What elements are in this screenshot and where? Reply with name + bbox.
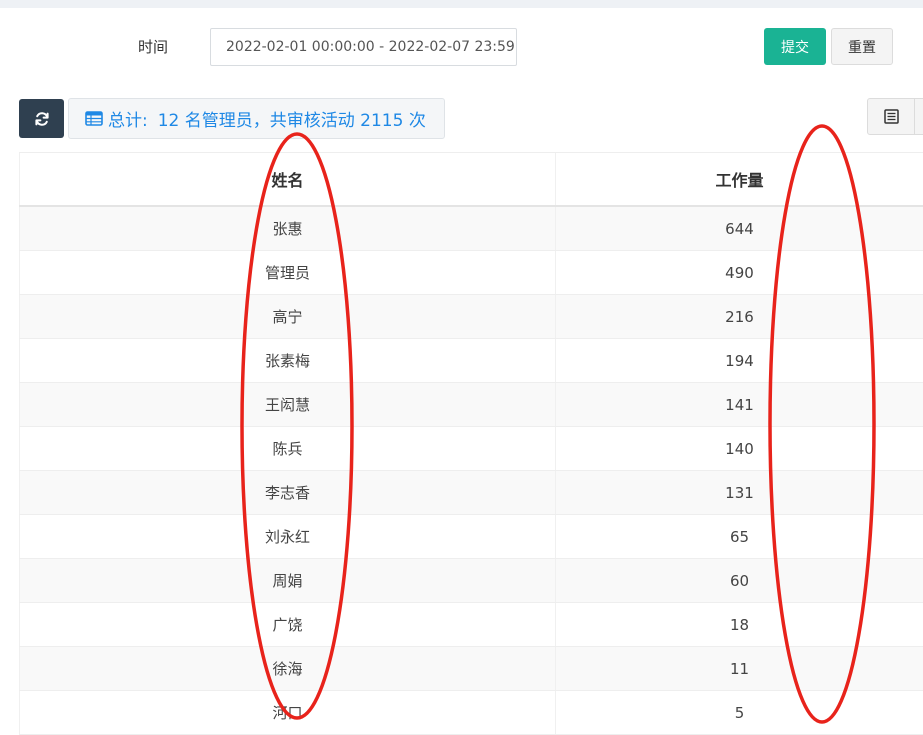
table-header-row: 姓名 工作量 [20, 153, 923, 207]
cell-workload: 11 [556, 647, 923, 691]
date-range-input[interactable] [210, 28, 517, 66]
column-header-name[interactable]: 姓名 [20, 153, 556, 207]
summary-text: 12 名管理员，共审核活动 2115 次 [158, 106, 426, 131]
cell-name: 徐海 [20, 647, 556, 691]
cell-workload: 60 [556, 559, 923, 603]
table-row: 广饶18 [20, 603, 923, 647]
table-row: 陈兵140 [20, 427, 923, 471]
summary-box: 总计: 12 名管理员，共审核活动 2115 次 [68, 98, 445, 139]
cell-workload: 65 [556, 515, 923, 559]
cell-name: 周娟 [20, 559, 556, 603]
table-row: 王闳慧141 [20, 383, 923, 427]
table-row: 李志香131 [20, 471, 923, 515]
refresh-button[interactable] [19, 99, 64, 138]
table-row: 管理员490 [20, 251, 923, 295]
cell-workload: 141 [556, 383, 923, 427]
column-header-workload[interactable]: 工作量 [556, 153, 923, 207]
table-row: 刘永红65 [20, 515, 923, 559]
cell-workload: 18 [556, 603, 923, 647]
time-label: 时间 [138, 36, 168, 57]
cell-name: 刘永红 [20, 515, 556, 559]
cell-workload: 490 [556, 251, 923, 295]
workload-table: 姓名 工作量 张惠644 管理员490 高宁216 张素梅194 王闳慧141 … [19, 152, 923, 735]
table-row: 高宁216 [20, 295, 923, 339]
table-row: 徐海11 [20, 647, 923, 691]
cell-name: 王闳慧 [20, 383, 556, 427]
cell-name: 张惠 [20, 206, 556, 251]
list-icon [884, 109, 899, 124]
table-row: 张惠644 [20, 206, 923, 251]
cell-name: 广饶 [20, 603, 556, 647]
table-row: 张素梅194 [20, 339, 923, 383]
reset-button[interactable]: 重置 [831, 28, 893, 65]
refresh-icon [34, 111, 50, 127]
top-strip [0, 0, 923, 8]
submit-button[interactable]: 提交 [764, 28, 826, 65]
cell-name: 陈兵 [20, 427, 556, 471]
cell-workload: 644 [556, 206, 923, 251]
cell-name: 张素梅 [20, 339, 556, 383]
cell-name: 李志香 [20, 471, 556, 515]
table-icon [85, 111, 103, 126]
cell-name: 管理员 [20, 251, 556, 295]
view-toggle-button[interactable] [867, 98, 923, 135]
cell-workload: 140 [556, 427, 923, 471]
cell-workload: 216 [556, 295, 923, 339]
cell-workload: 194 [556, 339, 923, 383]
toggle-divider [914, 99, 915, 134]
table-row: 周娟60 [20, 559, 923, 603]
cell-name: 高宁 [20, 295, 556, 339]
cell-workload: 131 [556, 471, 923, 515]
summary-prefix: 总计: [108, 106, 148, 131]
